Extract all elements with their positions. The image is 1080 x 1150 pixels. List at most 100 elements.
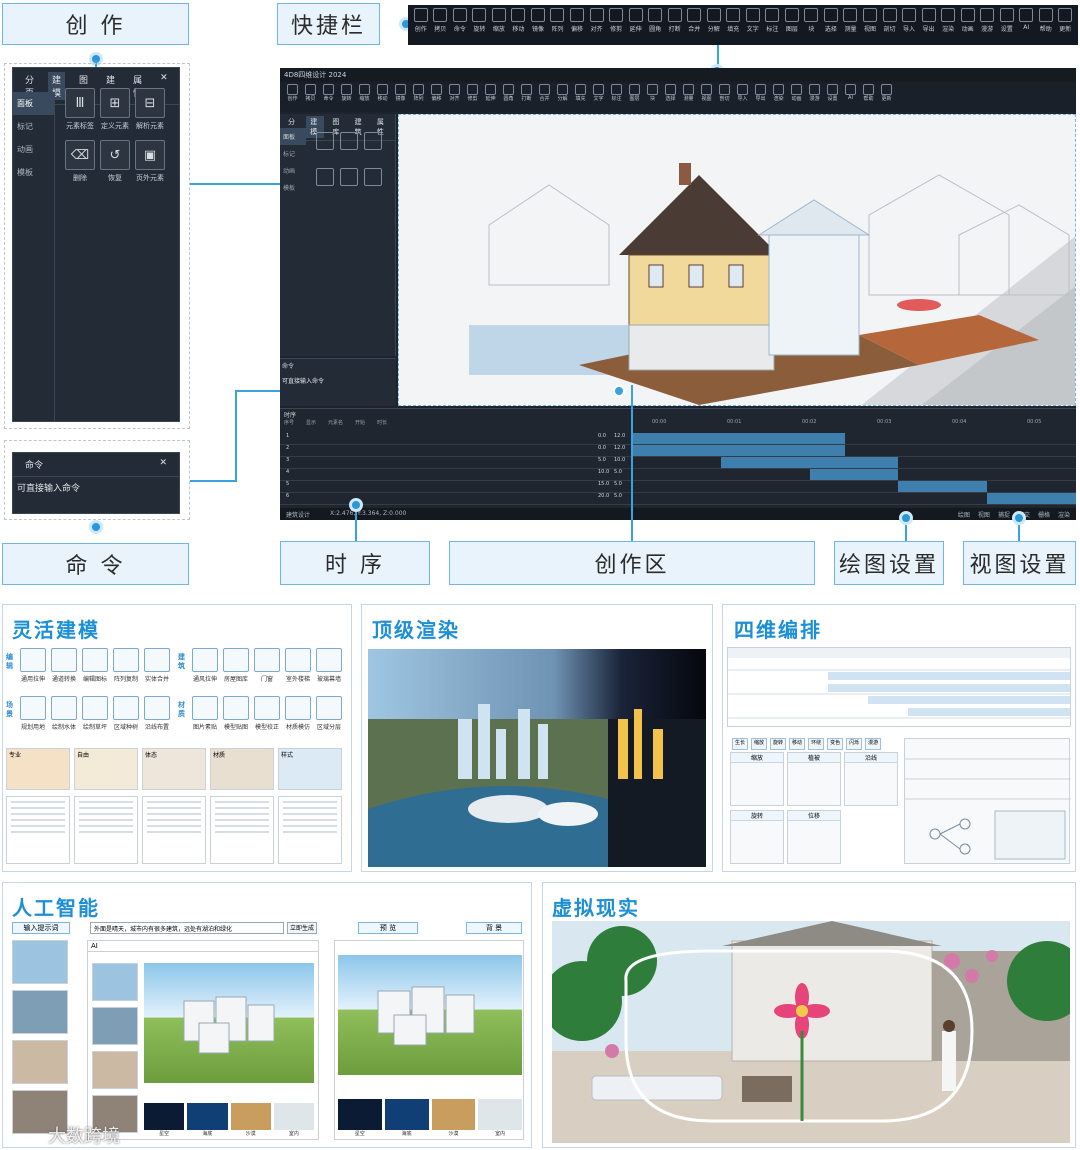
side-item-panel[interactable]: 面板 <box>13 92 54 115</box>
define-element-icon[interactable] <box>340 132 358 150</box>
toolbar-button[interactable]: 测量 <box>680 84 697 110</box>
parse-element-icon[interactable] <box>364 132 382 150</box>
quickbar-item[interactable]: 标注 <box>764 8 782 42</box>
quickbar-item[interactable]: 缩放 <box>490 8 508 42</box>
ai-result-thumb[interactable] <box>92 963 138 1001</box>
timeline-row[interactable]: 3 5.0 10.0 <box>280 457 1076 469</box>
timeline-row[interactable]: 4 10.0 5.0 <box>280 469 1076 481</box>
modeling-thumb[interactable]: 专业 <box>6 748 70 790</box>
toolbar-button[interactable]: 漫游 <box>806 84 823 110</box>
modeling-tool-icon[interactable] <box>51 648 77 672</box>
modeling-tool-icon[interactable] <box>254 648 280 672</box>
toolbar-button[interactable]: 导出 <box>752 84 769 110</box>
modeling-tool-icon[interactable] <box>113 696 139 720</box>
timeline-bar[interactable] <box>898 481 988 492</box>
status-toggle[interactable]: 绘图 <box>958 510 970 519</box>
modeling-tool-icon[interactable] <box>223 696 249 720</box>
timeline-row[interactable]: 5 15.0 5.0 <box>280 481 1076 493</box>
toolbar-button[interactable]: 填充 <box>572 84 589 110</box>
toolbar-button[interactable]: 圆角 <box>500 84 517 110</box>
anim-cell[interactable]: 缩放 <box>730 752 784 806</box>
modeling-tool-icon[interactable] <box>20 648 46 672</box>
toolbar-button[interactable]: 打断 <box>518 84 535 110</box>
quickbar-item[interactable]: 拷贝 <box>432 8 450 42</box>
anim-tab[interactable]: 闪烁 <box>846 738 863 750</box>
quickbar-item[interactable]: 修剪 <box>607 8 625 42</box>
timeline-row[interactable]: 6 20.0 5.0 <box>280 493 1076 505</box>
quickbar-item[interactable]: 圆角 <box>646 8 664 42</box>
quickbar-item[interactable]: 创作 <box>412 8 430 42</box>
quickbar-item[interactable]: 块 <box>803 8 821 42</box>
toolbar-button[interactable]: 视图 <box>698 84 715 110</box>
creation-viewport[interactable] <box>398 114 1076 406</box>
off-page-element-icon[interactable]: ▣ <box>135 140 165 170</box>
modeling-tool-icon[interactable] <box>316 696 342 720</box>
modeling-tool-icon[interactable] <box>192 648 218 672</box>
toolbar-button[interactable]: 延伸 <box>482 84 499 110</box>
quickbar-item[interactable]: 选择 <box>822 8 840 42</box>
anim-tab[interactable]: 旋转 <box>770 738 787 750</box>
env-option[interactable]: 星空 <box>338 1099 382 1137</box>
modeling-thumb[interactable]: 样式 <box>278 748 342 790</box>
ai-history-thumb[interactable] <box>12 990 68 1034</box>
toolbar-button[interactable]: 旋转 <box>338 84 355 110</box>
env-option[interactable]: 室内 <box>478 1099 522 1137</box>
ai-result-thumb[interactable] <box>92 1051 138 1089</box>
anim-tab[interactable]: 移动 <box>789 738 806 750</box>
toolbar-button[interactable]: 设置 <box>824 84 841 110</box>
toolbar-button[interactable]: 渲染 <box>770 84 787 110</box>
quickbar-item[interactable]: 图层 <box>783 8 801 42</box>
side-item-animation[interactable]: 动画 <box>280 162 306 179</box>
status-toggle[interactable]: 栅格 <box>1038 510 1050 519</box>
quickbar-item[interactable]: 文字 <box>744 8 762 42</box>
toolbar-button[interactable]: AI <box>842 84 859 110</box>
close-icon[interactable]: ✕ <box>155 457 171 472</box>
quickbar-item[interactable]: 镜像 <box>529 8 547 42</box>
toolbar-button[interactable]: 更新 <box>878 84 895 110</box>
modeling-tool-icon[interactable] <box>82 696 108 720</box>
quickbar-item[interactable]: 移动 <box>510 8 528 42</box>
modeling-tool-icon[interactable] <box>82 648 108 672</box>
status-toggle[interactable]: 渲染 <box>1058 510 1070 519</box>
quickbar-item[interactable]: 命令 <box>451 8 469 42</box>
anim-cell[interactable]: 植被 <box>787 752 841 806</box>
anim-tab[interactable]: 变色 <box>827 738 844 750</box>
modeling-thumb[interactable]: 材质 <box>210 748 274 790</box>
modeling-tool-icon[interactable] <box>113 648 139 672</box>
toolbar-button[interactable]: 分解 <box>554 84 571 110</box>
quickbar-item[interactable]: 漫游 <box>978 8 996 42</box>
quickbar-item[interactable]: 偏移 <box>568 8 586 42</box>
quickbar-item[interactable]: 延伸 <box>627 8 645 42</box>
timeline-bar[interactable] <box>632 445 846 456</box>
toolbar-button[interactable]: 偏移 <box>428 84 445 110</box>
toolbar-button[interactable]: 帮助 <box>860 84 877 110</box>
side-item-animation[interactable]: 动画 <box>13 138 54 161</box>
anim-tab[interactable]: 环绕 <box>808 738 825 750</box>
toolbar-button[interactable]: 动画 <box>788 84 805 110</box>
env-option[interactable]: 沙漠 <box>230 1103 271 1137</box>
toolbar-button[interactable]: 选择 <box>662 84 679 110</box>
define-element-icon[interactable]: ⊞ <box>100 88 130 118</box>
quickbar-item[interactable]: 阵列 <box>549 8 567 42</box>
timeline-bar[interactable] <box>809 469 899 480</box>
parse-element-icon[interactable]: ⊟ <box>135 88 165 118</box>
anim-tab[interactable]: 漫游 <box>865 738 882 750</box>
ai-history-thumb[interactable] <box>12 1040 68 1084</box>
timeline-bar[interactable] <box>987 493 1076 504</box>
quickbar-item[interactable]: 对齐 <box>588 8 606 42</box>
timeline-bar[interactable] <box>720 457 899 468</box>
modeling-tool-icon[interactable] <box>144 696 170 720</box>
toolbar-button[interactable]: 对齐 <box>446 84 463 110</box>
toolbar-button[interactable]: 阵列 <box>410 84 427 110</box>
toolbar-button[interactable]: 块 <box>644 84 661 110</box>
toolbar-button[interactable]: 图层 <box>626 84 643 110</box>
quickbar-item[interactable]: 合并 <box>685 8 703 42</box>
toolbar-button[interactable]: 拷贝 <box>302 84 319 110</box>
toolbar-button[interactable]: 修剪 <box>464 84 481 110</box>
modeling-tool-icon[interactable] <box>223 648 249 672</box>
quickbar-item[interactable]: 渲染 <box>939 8 957 42</box>
restore-icon[interactable]: ↺ <box>100 140 130 170</box>
modeling-thumb[interactable]: 自由 <box>74 748 138 790</box>
ai-result-thumb[interactable] <box>92 1007 138 1045</box>
modeling-tool-icon[interactable] <box>285 696 311 720</box>
